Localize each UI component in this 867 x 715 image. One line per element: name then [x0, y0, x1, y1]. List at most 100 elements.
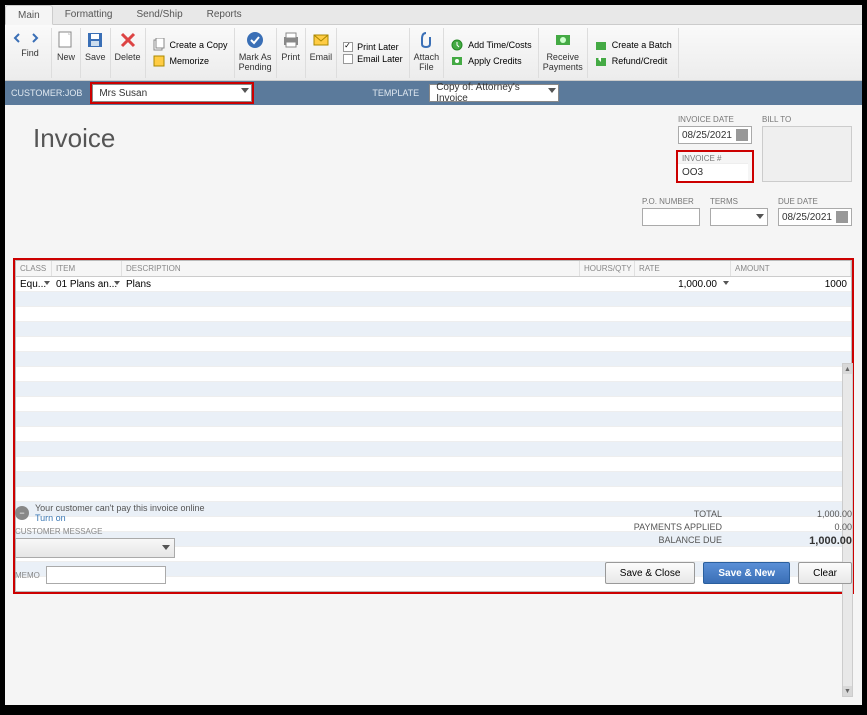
- grid-row[interactable]: [16, 367, 851, 382]
- grid-row[interactable]: [16, 472, 851, 487]
- tab-formatting[interactable]: Formatting: [53, 5, 125, 24]
- customer-job-label: CUSTOMER:JOB: [11, 88, 82, 98]
- grid-row[interactable]: [16, 322, 851, 337]
- turn-on-link[interactable]: Turn on: [35, 513, 204, 523]
- memo-input[interactable]: [46, 566, 166, 584]
- dropdown-icon: [548, 88, 556, 93]
- grid-row[interactable]: [16, 487, 851, 502]
- print-later-checkbox[interactable]: Print Later: [343, 42, 403, 52]
- cell-amount[interactable]: 1000: [731, 277, 851, 291]
- col-rate[interactable]: RATE: [635, 261, 731, 276]
- attach-icon: [416, 30, 436, 50]
- credits-icon: [450, 54, 464, 68]
- grid-row[interactable]: Equ... 01 Plans an... Plans 1,000.00 100…: [16, 277, 851, 292]
- grid-row[interactable]: [16, 307, 851, 322]
- delete-icon: [118, 30, 138, 50]
- email-button[interactable]: Email: [306, 28, 338, 78]
- tab-bar: Main Formatting Send/Ship Reports: [5, 5, 862, 25]
- create-copy-button[interactable]: Create a Copy: [152, 38, 228, 52]
- grid-row[interactable]: [16, 352, 851, 367]
- apply-credits-button[interactable]: Apply Credits: [450, 54, 532, 68]
- scroll-up-icon[interactable]: ▲: [843, 364, 852, 374]
- tab-sendship[interactable]: Send/Ship: [124, 5, 194, 24]
- customer-message-combo[interactable]: [15, 538, 175, 558]
- dropdown-icon: [114, 281, 120, 285]
- cell-rate[interactable]: 1,000.00: [635, 277, 731, 291]
- grid-row[interactable]: [16, 427, 851, 442]
- refund-credit-button[interactable]: Refund/Credit: [594, 54, 672, 68]
- receive-payments-button[interactable]: Receive Payments: [539, 28, 588, 78]
- template-combo[interactable]: Copy of: Attorney's Invoice: [429, 84, 559, 102]
- col-amount[interactable]: AMOUNT: [731, 261, 851, 276]
- col-desc[interactable]: DESCRIPTION: [122, 261, 580, 276]
- scroll-down-icon[interactable]: ▼: [843, 686, 852, 696]
- terms-select[interactable]: [710, 208, 768, 226]
- add-time-costs-button[interactable]: Add Time/Costs: [450, 38, 532, 52]
- save-new-button[interactable]: Save & New: [703, 562, 790, 584]
- invoice-no-input[interactable]: OO3: [678, 163, 748, 181]
- cell-item[interactable]: 01 Plans an...: [52, 277, 122, 291]
- new-icon: [56, 30, 76, 50]
- po-input[interactable]: [642, 208, 700, 226]
- col-item[interactable]: ITEM: [52, 261, 122, 276]
- grid-row[interactable]: [16, 382, 851, 397]
- duedate-input[interactable]: 08/25/2021: [778, 208, 852, 226]
- clear-button[interactable]: Clear: [798, 562, 852, 584]
- grid-row[interactable]: [16, 412, 851, 427]
- template-label: TEMPLATE: [372, 88, 419, 98]
- po-label: P.O. NUMBER: [642, 197, 700, 206]
- tab-main[interactable]: Main: [5, 5, 53, 25]
- col-class[interactable]: CLASS: [16, 261, 52, 276]
- info-badge-icon: −: [15, 506, 29, 520]
- delete-button[interactable]: Delete: [111, 28, 146, 78]
- dropdown-icon: [756, 214, 764, 219]
- save-button[interactable]: Save: [81, 28, 111, 78]
- checkbox-icon: [343, 54, 353, 64]
- cell-class[interactable]: Equ...: [16, 277, 52, 291]
- total-value: 1,000.00: [782, 509, 852, 519]
- grid-row[interactable]: [16, 292, 851, 307]
- online-pay-msg: Your customer can't pay this invoice onl…: [35, 503, 204, 513]
- total-label: TOTAL: [694, 509, 722, 519]
- invoice-no-label: INVOICE #: [678, 152, 752, 163]
- batch-icon: [594, 38, 608, 52]
- grid-row[interactable]: [16, 457, 851, 472]
- duedate-label: DUE DATE: [778, 197, 852, 206]
- email-later-checkbox[interactable]: Email Later: [343, 54, 403, 64]
- create-batch-button[interactable]: Create a Batch: [594, 38, 672, 52]
- copy-icon: [152, 38, 166, 52]
- billto-box[interactable]: [762, 126, 852, 182]
- dropdown-icon: [241, 88, 249, 93]
- tab-reports[interactable]: Reports: [195, 5, 254, 24]
- dropdown-icon: [44, 281, 50, 285]
- invoice-date-label: INVOICE DATE: [678, 115, 752, 124]
- save-close-button[interactable]: Save & Close: [605, 562, 696, 584]
- email-icon: [311, 30, 331, 50]
- context-bar: CUSTOMER:JOB Mrs Susan TEMPLATE Copy of:…: [5, 81, 862, 105]
- balance-label: BALANCE DUE: [658, 535, 722, 547]
- payments-value: 0.00: [782, 522, 852, 532]
- balance-value: 1,000.00: [782, 535, 852, 547]
- grid-row[interactable]: [16, 337, 851, 352]
- calendar-icon: [736, 129, 748, 141]
- save-icon: [85, 30, 105, 50]
- col-hoursqty[interactable]: HOURS/QTY: [580, 261, 635, 276]
- find-button[interactable]: Find: [9, 28, 52, 78]
- cell-hq[interactable]: [580, 277, 635, 291]
- toolbar: Find New Save Delete Create a Copy Memor…: [5, 25, 862, 81]
- invoice-date-input[interactable]: 08/25/2021: [678, 126, 752, 144]
- print-button[interactable]: Print: [277, 28, 306, 78]
- cell-desc[interactable]: Plans: [122, 277, 580, 291]
- mark-pending-button[interactable]: Mark As Pending: [235, 28, 277, 78]
- memorize-button[interactable]: Memorize: [152, 54, 228, 68]
- attach-file-button[interactable]: Attach File: [410, 28, 445, 78]
- grid-row[interactable]: [16, 397, 851, 412]
- clock-icon: [450, 38, 464, 52]
- memo-label: MEMO: [15, 571, 40, 580]
- customer-job-combo[interactable]: Mrs Susan: [92, 84, 252, 102]
- grid-row[interactable]: [16, 442, 851, 457]
- new-button[interactable]: New: [52, 28, 81, 78]
- dropdown-icon: [723, 281, 729, 285]
- print-icon: [281, 30, 301, 50]
- refund-icon: [594, 54, 608, 68]
